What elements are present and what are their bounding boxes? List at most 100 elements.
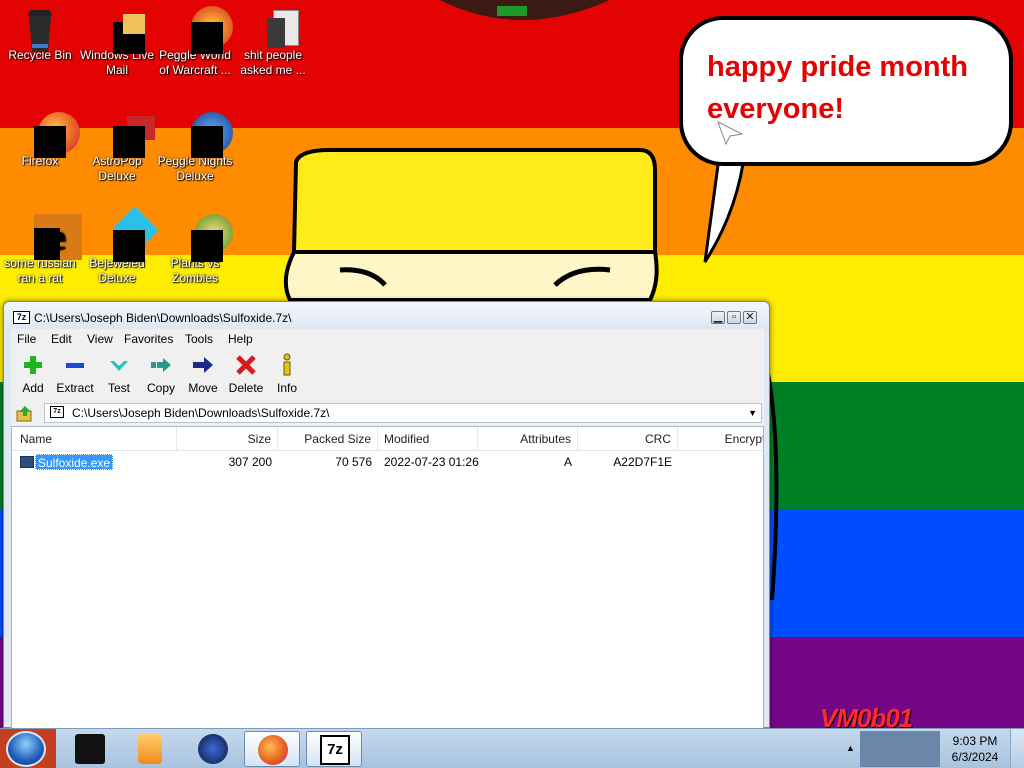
info-button[interactable]: Info [265,353,309,395]
plants-vs-zombies-icon [175,214,233,262]
taskbar-item-firefox[interactable] [244,731,300,767]
bejeweled-icon [97,206,159,262]
menu-bar: File Edit View Favorites Tools Help [11,329,764,349]
delete-label: Delete [228,381,264,395]
menu-tools[interactable]: Tools [185,332,213,346]
close-button[interactable]: ✕ [743,311,757,324]
menu-file[interactable]: File [17,332,36,346]
window-title: C:\Users\Joseph Biden\Downloads\Sulfoxid… [34,311,292,325]
copy-button[interactable]: Copy [139,353,183,395]
test-label: Test [107,381,130,395]
test-button[interactable]: Test [97,353,141,395]
extract-button[interactable]: Extract [53,353,97,395]
character-face [283,250,659,302]
info-icon [275,353,299,377]
test-icon [107,353,131,377]
file-crc: A22D7F1E [613,455,672,469]
firefox-icon [20,112,80,158]
move-button[interactable]: Move [181,353,225,395]
redaction-block [191,230,223,262]
folder-up-button[interactable] [15,404,35,424]
menu-view[interactable]: View [87,332,113,346]
column-crc[interactable]: CRC [578,427,678,451]
archive-icon: 7z [50,406,64,418]
minimize-button[interactable]: ▁ [711,311,725,324]
show-desktop-button[interactable] [1010,729,1024,768]
toolbar: Add Extract Test Copy Move Delete Info [11,349,764,401]
dark-app-icon [75,734,105,764]
show-hidden-icons-button[interactable]: ▲ [846,743,855,753]
redaction-block [191,126,223,158]
redaction-block [34,228,60,260]
top-green-mark [497,6,527,16]
file-attributes: A [563,455,572,469]
maximize-button[interactable]: ▫ [727,311,741,324]
redaction-block [113,230,145,262]
7zip-app-icon[interactable]: 7z [13,311,30,324]
column-encrypted[interactable]: Encrypte [678,427,763,451]
desktop-icon-label: Peggle Nights Deluxe [157,154,233,183]
menu-favorites[interactable]: Favorites [124,332,173,346]
address-text: C:\Users\Joseph Biden\Downloads\Sulfoxid… [72,406,330,420]
table-row[interactable]: Sulfoxide.exe 307 200 70 576 2022-07-23 … [12,452,763,472]
desktop-icon-windows-live-mail[interactable]: Windows Live Mail [77,6,157,78]
menu-edit[interactable]: Edit [51,332,72,346]
peggle-wow-icon [175,6,233,54]
taskbar-item-dark-app[interactable] [62,731,118,767]
desktop-icon-folder[interactable]: shit people asked me ... [233,6,313,78]
info-label: Info [276,381,297,395]
desktop-icon-bejeweled[interactable]: Bejeweled Deluxe [77,206,159,286]
firefox-icon [258,735,288,765]
clock-date[interactable]: 6/3/2024 [945,750,1005,764]
desktop-icon-label: some russian ran a rat [4,256,76,285]
column-modified[interactable]: Modified [378,427,478,451]
windows-logo-icon [6,731,46,767]
file-size: 307 200 [228,455,272,469]
column-name[interactable]: Name [12,427,177,451]
7zip-icon: 7z [320,735,350,765]
minimize-icon: ▁ [713,311,723,323]
system-tray-icons[interactable] [860,731,940,767]
executable-file-icon [20,456,34,468]
desktop-icon-label: shit people asked me ... [240,48,306,77]
file-encrypted [678,452,763,472]
chevron-down-icon[interactable]: ▼ [748,408,757,418]
desktop-icon-firefox[interactable]: Firefox [0,112,80,169]
desktop-icon-plants-vs-zombies[interactable]: Plants vs Zombies [155,214,235,286]
extract-label: Extract [56,381,94,395]
redaction-block [34,126,66,158]
windows-live-mail-icon [97,6,145,54]
delete-button[interactable]: Delete [224,353,268,395]
menu-help[interactable]: Help [228,332,253,346]
copy-icon [149,353,173,377]
address-field[interactable]: 7z C:\Users\Joseph Biden\Downloads\Sulfo… [44,403,762,423]
delete-icon [234,353,258,377]
move-icon [191,353,215,377]
maximize-icon: ▫ [732,311,736,323]
desktop-icon-peggle-nights[interactable]: Peggle Nights Deluxe [155,112,235,184]
taskbar-item-globe[interactable] [185,731,241,767]
bubble-tail [703,150,747,263]
file-modified: 2022-07-23 01:26 [384,455,479,469]
redaction-block [191,22,223,54]
title-bar[interactable]: 7z C:\Users\Joseph Biden\Downloads\Sulfo… [4,302,769,332]
7zip-window: 7z C:\Users\Joseph Biden\Downloads\Sulfo… [3,301,770,729]
desktop-icon-peggle-wow[interactable]: Peggle World of Warcraft ... [155,6,235,78]
desktop-icon-astropop[interactable]: AstroPop Deluxe [77,112,157,184]
taskbar-item-7zip[interactable]: 7z [306,731,362,767]
desktop-icon-ie[interactable]: e some russian ran a rat [0,214,82,286]
file-name[interactable]: Sulfoxide.exe [35,454,114,470]
taskbar-item-media-player[interactable] [122,731,178,767]
extract-icon [63,353,87,377]
speech-bubble-text: happy pride month everyone! [707,51,968,125]
add-button[interactable]: Add [11,353,55,395]
start-button[interactable] [0,729,56,768]
column-attributes[interactable]: Attributes [478,427,578,451]
column-size[interactable]: Size [177,427,278,451]
clock-time[interactable]: 9:03 PM [945,734,1005,748]
folder-up-icon [16,406,32,422]
column-packed-size[interactable]: Packed Size [278,427,378,451]
desktop-icon-recycle-bin[interactable]: Recycle Bin [0,6,80,63]
close-icon: ✕ [745,311,755,323]
copy-label: Copy [146,381,175,395]
